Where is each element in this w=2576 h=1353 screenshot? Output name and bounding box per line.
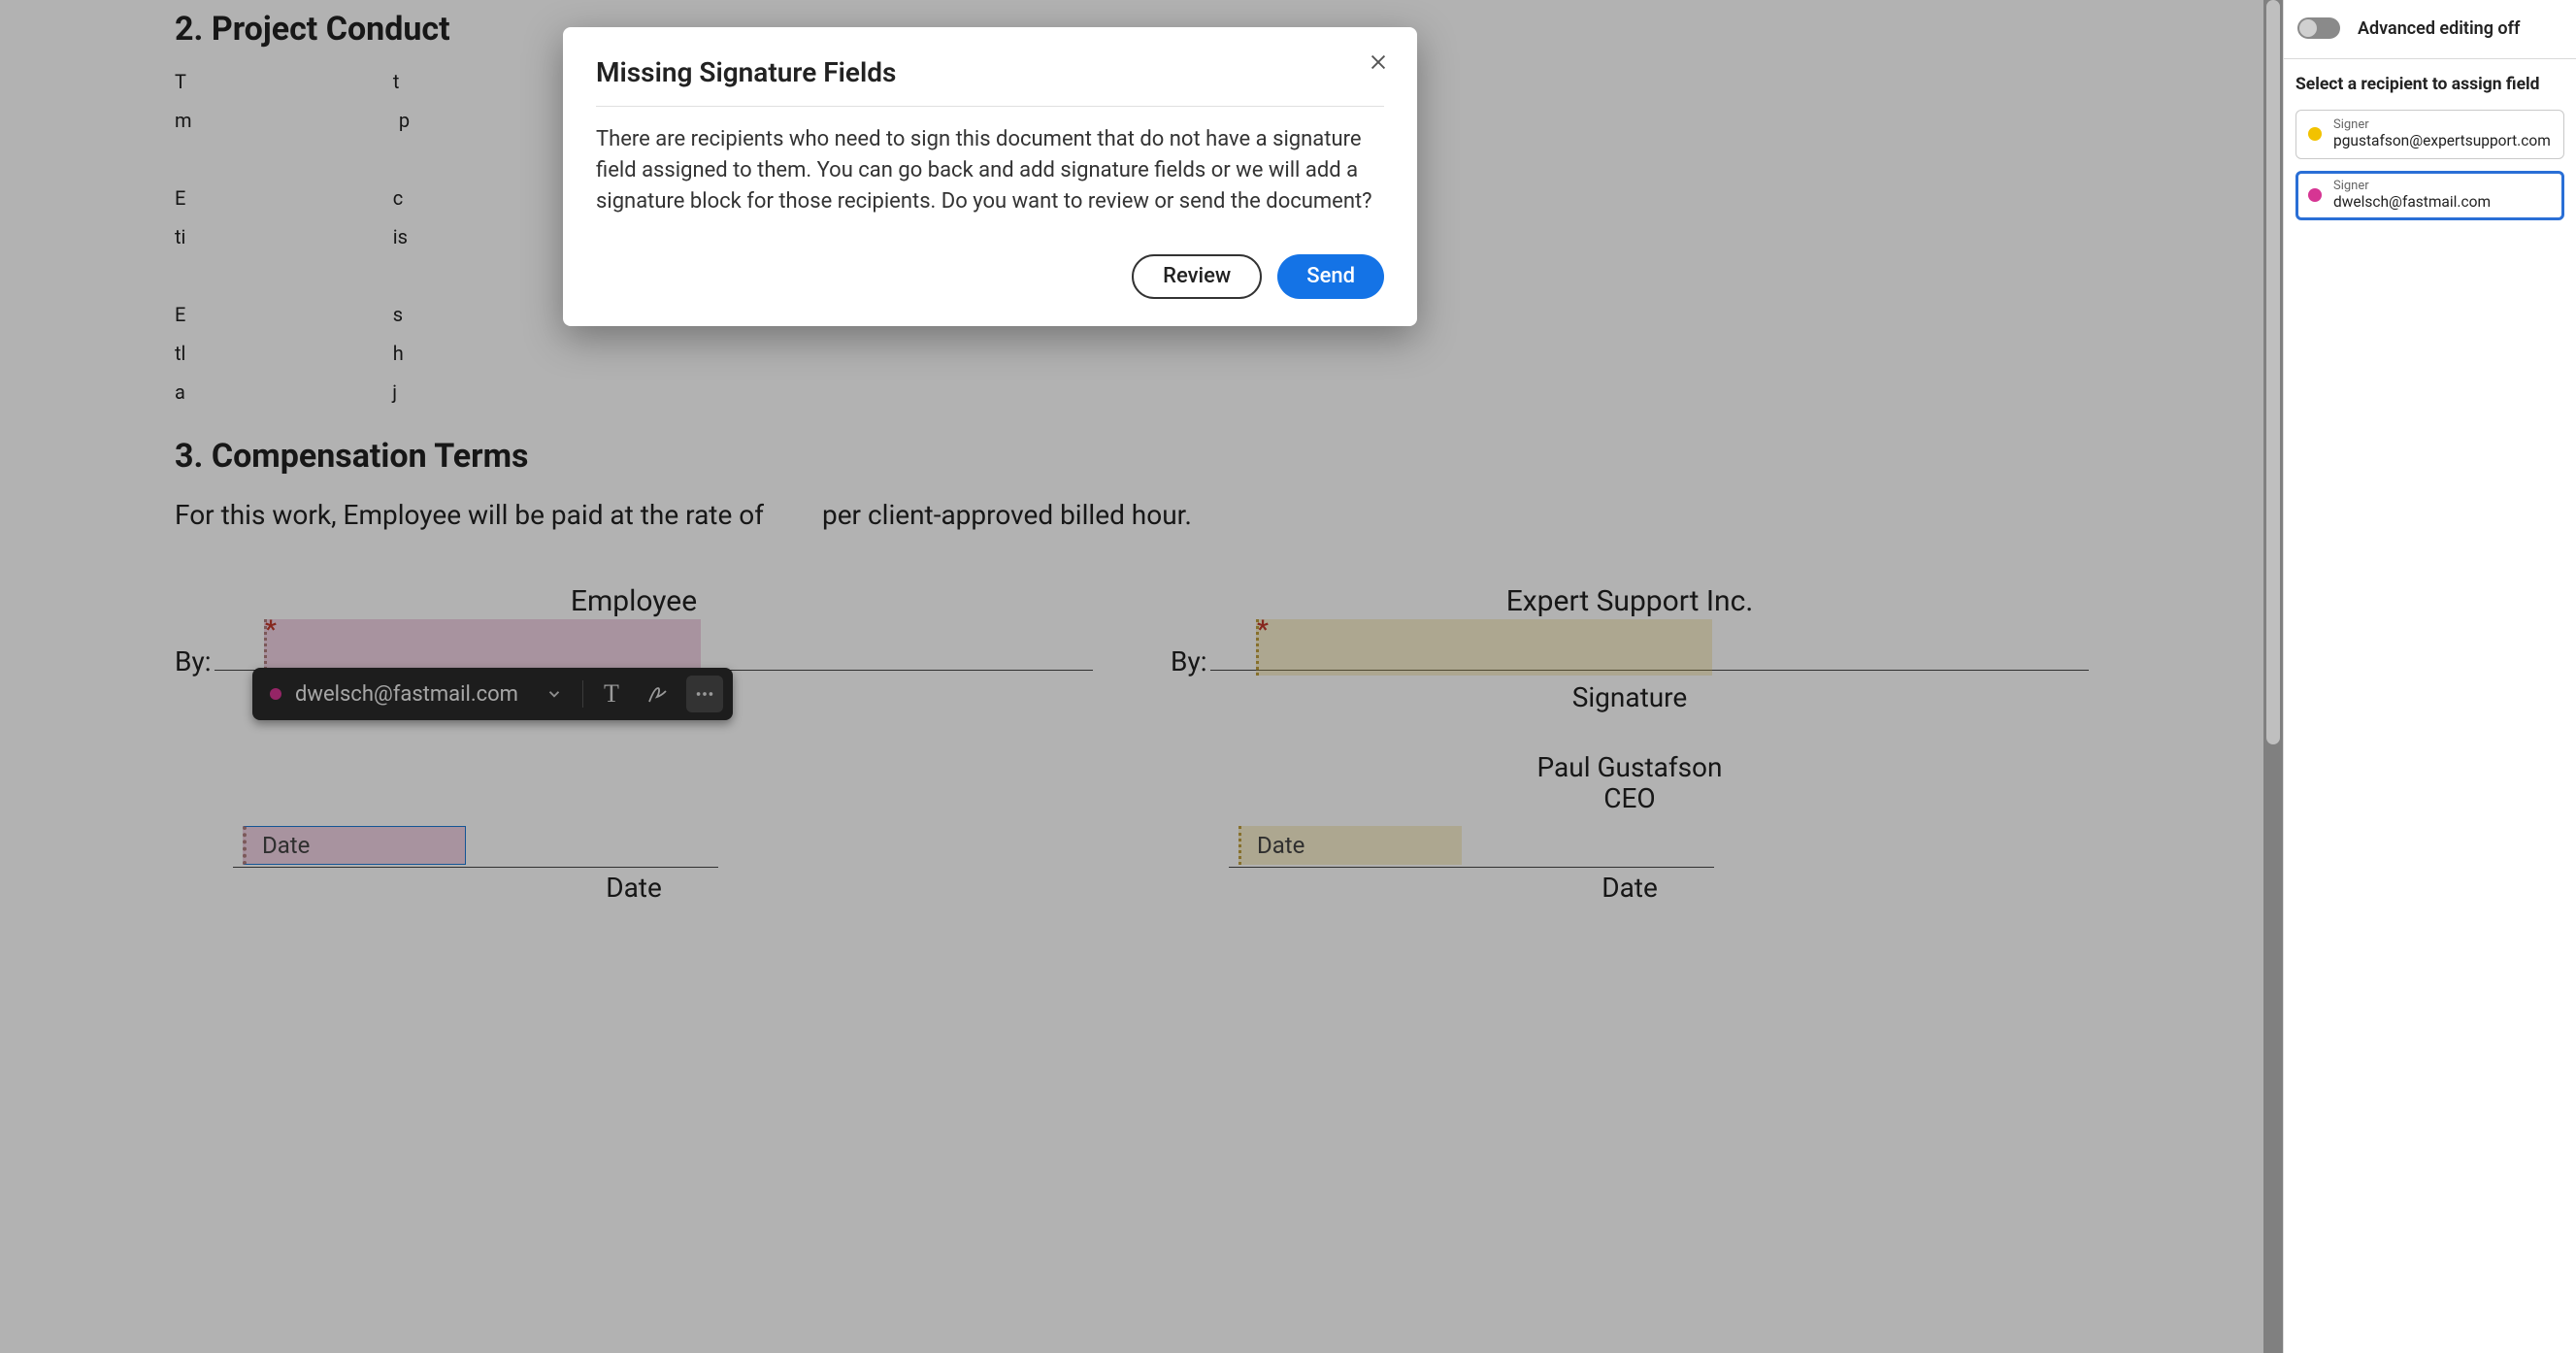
modal-body-text: There are recipients who need to sign th… [596,124,1384,217]
close-button[interactable] [1365,49,1392,76]
recipient-item-1[interactable]: Signer pgustafson@expertsupport.com [2295,110,2564,159]
panel-separator [2284,58,2576,59]
recipient-role: Signer [2333,118,2551,133]
scrollbar-thumb[interactable] [2266,0,2280,744]
advanced-editing-label: Advanced editing off [2358,18,2520,39]
recipient-role: Signer [2333,180,2491,194]
modal-separator [596,106,1384,107]
recipient-color-dot [2308,188,2322,202]
review-button[interactable]: Review [1132,254,1262,299]
vertical-scrollbar[interactable] [2263,0,2283,1353]
panel-title: Select a recipient to assign field [2295,75,2564,94]
recipient-email: dwelsch@fastmail.com [2333,194,2491,212]
modal-title: Missing Signature Fields [596,56,1384,88]
recipients-panel: Advanced editing off Select a recipient … [2283,0,2576,1353]
recipient-color-dot [2308,127,2322,141]
document-canvas: 2. Project Conduct T t m p E c ti [0,0,2263,1353]
advanced-editing-toggle[interactable] [2297,17,2340,39]
recipient-email: pgustafson@expertsupport.com [2333,133,2551,150]
missing-signature-modal: Missing Signature Fields There are recip… [563,27,1417,326]
send-button[interactable]: Send [1277,254,1384,299]
recipient-item-2[interactable]: Signer dwelsch@fastmail.com [2295,171,2564,220]
